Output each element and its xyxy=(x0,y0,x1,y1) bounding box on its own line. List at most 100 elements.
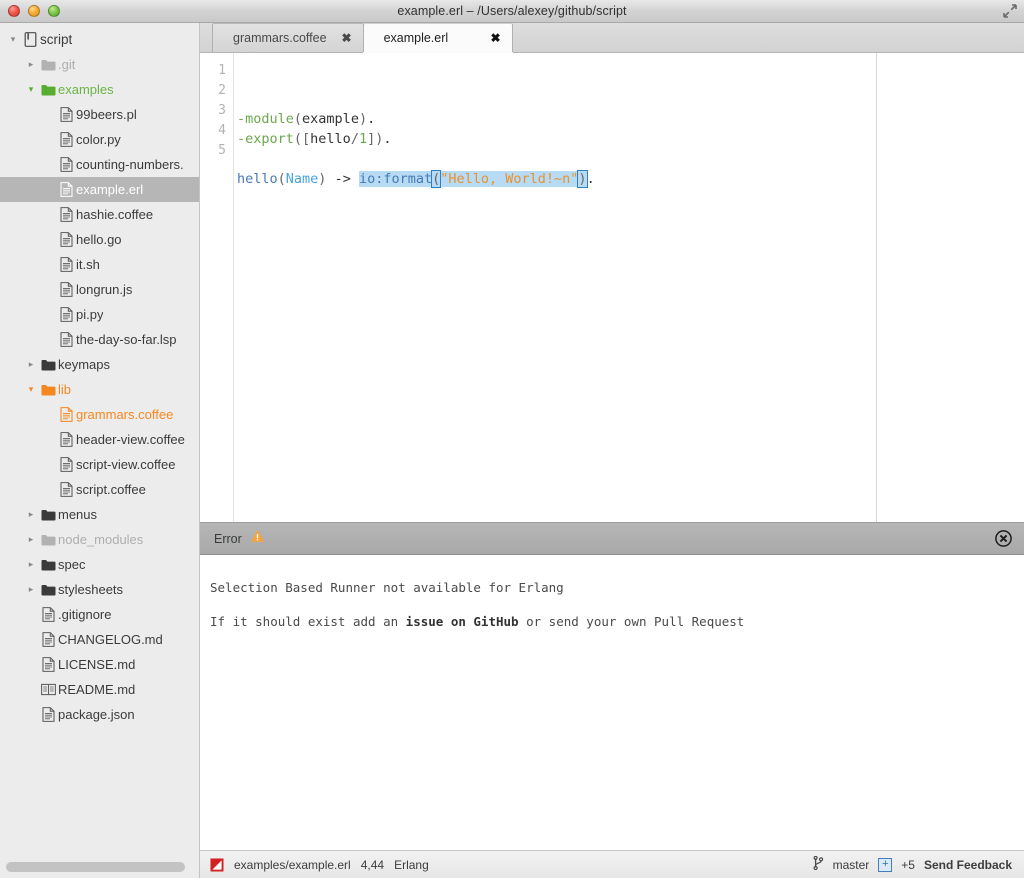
tree-file-longrun-js[interactable]: longrun.js xyxy=(0,277,199,302)
tree-file-the-day-so-far-lsp[interactable]: the-day-so-far.lsp xyxy=(0,327,199,352)
tree-file-grammars-coffee[interactable]: grammars.coffee xyxy=(0,402,199,427)
chevron-right-icon[interactable]: ▸ xyxy=(24,502,38,527)
text-editor[interactable]: 12345 -module(example). -export([hello/1]… xyxy=(200,53,1024,522)
file-icon xyxy=(56,132,76,147)
code-token: io:format xyxy=(358,171,433,187)
status-branch-name[interactable]: master xyxy=(833,858,870,872)
chevron-right-icon[interactable]: ▸ xyxy=(24,552,38,577)
tree-view-sidebar[interactable]: ▾ script ▸ .git ▾ examples 99beers.pl colo… xyxy=(0,23,200,878)
status-grammar[interactable]: Erlang xyxy=(394,858,429,872)
tree-file-header-view-coffee[interactable]: header-view.coffee xyxy=(0,427,199,452)
tree-folder-examples[interactable]: ▾ examples xyxy=(0,77,199,102)
code-token: -module xyxy=(237,111,294,127)
tree-file-script-view-coffee[interactable]: script-view.coffee xyxy=(0,452,199,477)
tree-folder-spec[interactable]: ▸ spec xyxy=(0,552,199,577)
file-icon xyxy=(56,257,76,272)
fullscreen-icon[interactable] xyxy=(1000,2,1020,20)
chevron-right-icon[interactable]: ▸ xyxy=(24,527,38,552)
tree-file-hello-go[interactable]: hello.go xyxy=(0,227,199,252)
folder-icon xyxy=(38,384,58,396)
line-number: 3 xyxy=(218,103,226,118)
tab-example-erl[interactable]: example.erl ✖ xyxy=(362,23,513,52)
tree-file-readme-md[interactable]: README.md xyxy=(0,677,199,702)
file-icon xyxy=(56,107,76,122)
zoom-button[interactable] xyxy=(48,5,60,17)
tab-bar[interactable]: grammars.coffee ✖ example.erl ✖ xyxy=(200,23,1024,53)
code-token: -> xyxy=(326,171,359,187)
tree-file-color-py[interactable]: color.py xyxy=(0,127,199,152)
file-icon xyxy=(38,657,58,672)
tree-item-label: longrun.js xyxy=(76,282,133,297)
file-icon xyxy=(56,207,76,222)
warning-triangle-icon xyxy=(250,529,265,548)
tab-title: grammars.coffee xyxy=(233,31,327,45)
tree-file-hashie-coffee[interactable]: hashie.coffee xyxy=(0,202,199,227)
tree-file-package-json[interactable]: package.json xyxy=(0,702,199,727)
file-icon xyxy=(56,282,76,297)
tree-folder-keymaps[interactable]: ▸ keymaps xyxy=(0,352,199,377)
tree-item-label: the-day-so-far.lsp xyxy=(76,332,177,347)
tree-item-label: it.sh xyxy=(76,257,100,272)
window-body: ▾ script ▸ .git ▾ examples 99beers.pl colo… xyxy=(0,23,1024,878)
error-link-text[interactable]: issue on GitHub xyxy=(406,614,519,629)
status-diff-added[interactable]: +5 xyxy=(901,858,915,872)
tree-file-script-coffee[interactable]: script.coffee xyxy=(0,477,199,502)
chevron-down-icon[interactable]: ▾ xyxy=(24,377,38,402)
close-circle-icon[interactable] xyxy=(995,530,1012,552)
tab-grammars-coffee[interactable]: grammars.coffee ✖ xyxy=(212,23,364,52)
plus-box-icon: + xyxy=(878,857,893,872)
line-number: 1 xyxy=(218,63,226,78)
status-cursor-position[interactable]: 4,44 xyxy=(361,858,384,872)
code-token: ) xyxy=(577,170,588,188)
chevron-right-icon[interactable]: ▸ xyxy=(24,352,38,377)
code-content[interactable]: -module(example). -export([hello/1]). hel… xyxy=(234,53,1024,522)
tree-file-changelog-md[interactable]: CHANGELOG.md xyxy=(0,627,199,652)
file-icon xyxy=(56,332,76,347)
tree-file-example-erl[interactable]: example.erl xyxy=(0,177,199,202)
code-line: hello(Name) -> io:format("Hello, World!~… xyxy=(237,169,1024,189)
tree-file-counting-numbers[interactable]: counting-numbers. xyxy=(0,152,199,177)
tree-folder-menus[interactable]: ▸ menus xyxy=(0,502,199,527)
chevron-down-icon[interactable]: ▾ xyxy=(6,27,20,52)
tab-close-icon[interactable]: ✖ xyxy=(490,31,502,45)
tree-file-license-md[interactable]: LICENSE.md xyxy=(0,652,199,677)
tree-file-pi-py[interactable]: pi.py xyxy=(0,302,199,327)
error-panel-header: Error xyxy=(200,523,1024,555)
tree-file-99beers-pl[interactable]: 99beers.pl xyxy=(0,102,199,127)
tab-close-icon[interactable]: ✖ xyxy=(341,31,353,45)
tree-folder-node-modules[interactable]: ▸ node_modules xyxy=(0,527,199,552)
tree-item-label: hashie.coffee xyxy=(76,207,154,222)
file-icon xyxy=(56,482,76,497)
status-file-path[interactable]: examples/example.erl xyxy=(234,858,351,872)
code-token: ( xyxy=(293,111,303,127)
line-number-gutter: 1 2 3 4 5 xyxy=(200,53,234,522)
tree-item-label: script.coffee xyxy=(76,482,146,497)
tree-folder-git[interactable]: ▸ .git xyxy=(0,52,199,77)
tree-file-gitignore[interactable]: .gitignore xyxy=(0,602,199,627)
main-pane: grammars.coffee ✖ example.erl ✖ 1 2 3 4 5 -modu… xyxy=(200,23,1024,878)
file-icon xyxy=(38,607,58,622)
file-icon xyxy=(38,707,58,722)
script-run-icon[interactable] xyxy=(210,858,224,872)
tree-folder-script[interactable]: ▾ script xyxy=(0,27,199,52)
sidebar-horizontal-scrollbar[interactable] xyxy=(6,862,185,872)
send-feedback-button[interactable]: Send Feedback xyxy=(924,858,1012,872)
chevron-right-icon[interactable]: ▸ xyxy=(24,577,38,602)
chevron-right-icon[interactable]: ▸ xyxy=(24,52,38,77)
tree-folder-lib[interactable]: ▾ lib xyxy=(0,377,199,402)
tree-item-label: README.md xyxy=(58,682,136,697)
file-icon xyxy=(56,182,76,197)
readme-icon xyxy=(38,683,58,696)
folder-icon xyxy=(38,59,58,71)
minimize-button[interactable] xyxy=(28,5,40,17)
tree-item-label: .git xyxy=(58,57,76,72)
tree-folder-stylesheets[interactable]: ▸ stylesheets xyxy=(0,577,199,602)
tree-item-label: counting-numbers. xyxy=(76,157,184,172)
close-button[interactable] xyxy=(8,5,20,17)
tree-item-label: script-view.coffee xyxy=(76,457,176,472)
tree-file-it-sh[interactable]: it.sh xyxy=(0,252,199,277)
code-token: "Hello, World!~n" xyxy=(440,171,579,187)
project-tree[interactable]: ▾ script ▸ .git ▾ examples 99beers.pl colo… xyxy=(0,23,199,878)
chevron-down-icon[interactable]: ▾ xyxy=(24,77,38,102)
